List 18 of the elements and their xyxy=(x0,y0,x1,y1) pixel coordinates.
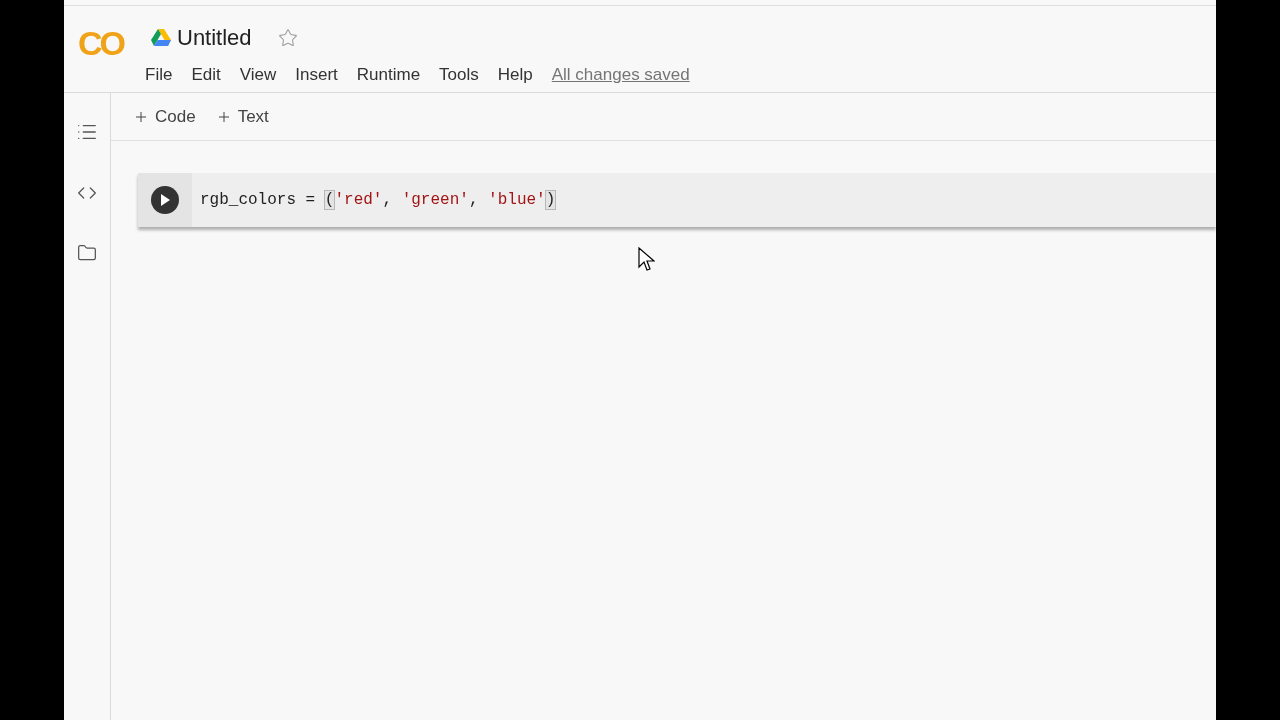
folder-icon[interactable] xyxy=(77,243,97,263)
menu-item[interactable]: Tools xyxy=(439,62,479,88)
notebook-title[interactable]: Untitled xyxy=(177,21,252,54)
menu-item[interactable]: File xyxy=(145,62,173,88)
play-icon xyxy=(160,194,170,206)
run-cell-button[interactable] xyxy=(151,186,179,214)
star-icon[interactable] xyxy=(277,27,298,48)
drive-icon xyxy=(151,29,171,46)
add-cell-button[interactable]: Code xyxy=(133,103,196,130)
menu-item[interactable]: Runtime xyxy=(356,62,421,88)
code-line[interactable]: rgb_colors = ('red', 'green', 'blue') xyxy=(200,188,556,212)
menu-item[interactable]: View xyxy=(239,62,277,88)
mouse-cursor-icon xyxy=(638,247,655,273)
menu-item[interactable]: Insert xyxy=(295,62,338,88)
add-cell-button[interactable]: Text xyxy=(215,103,269,130)
menu-item[interactable]: Edit xyxy=(191,62,221,88)
menu-item[interactable]: Help xyxy=(497,62,533,88)
save-status-link[interactable]: All changes saved xyxy=(551,62,690,88)
